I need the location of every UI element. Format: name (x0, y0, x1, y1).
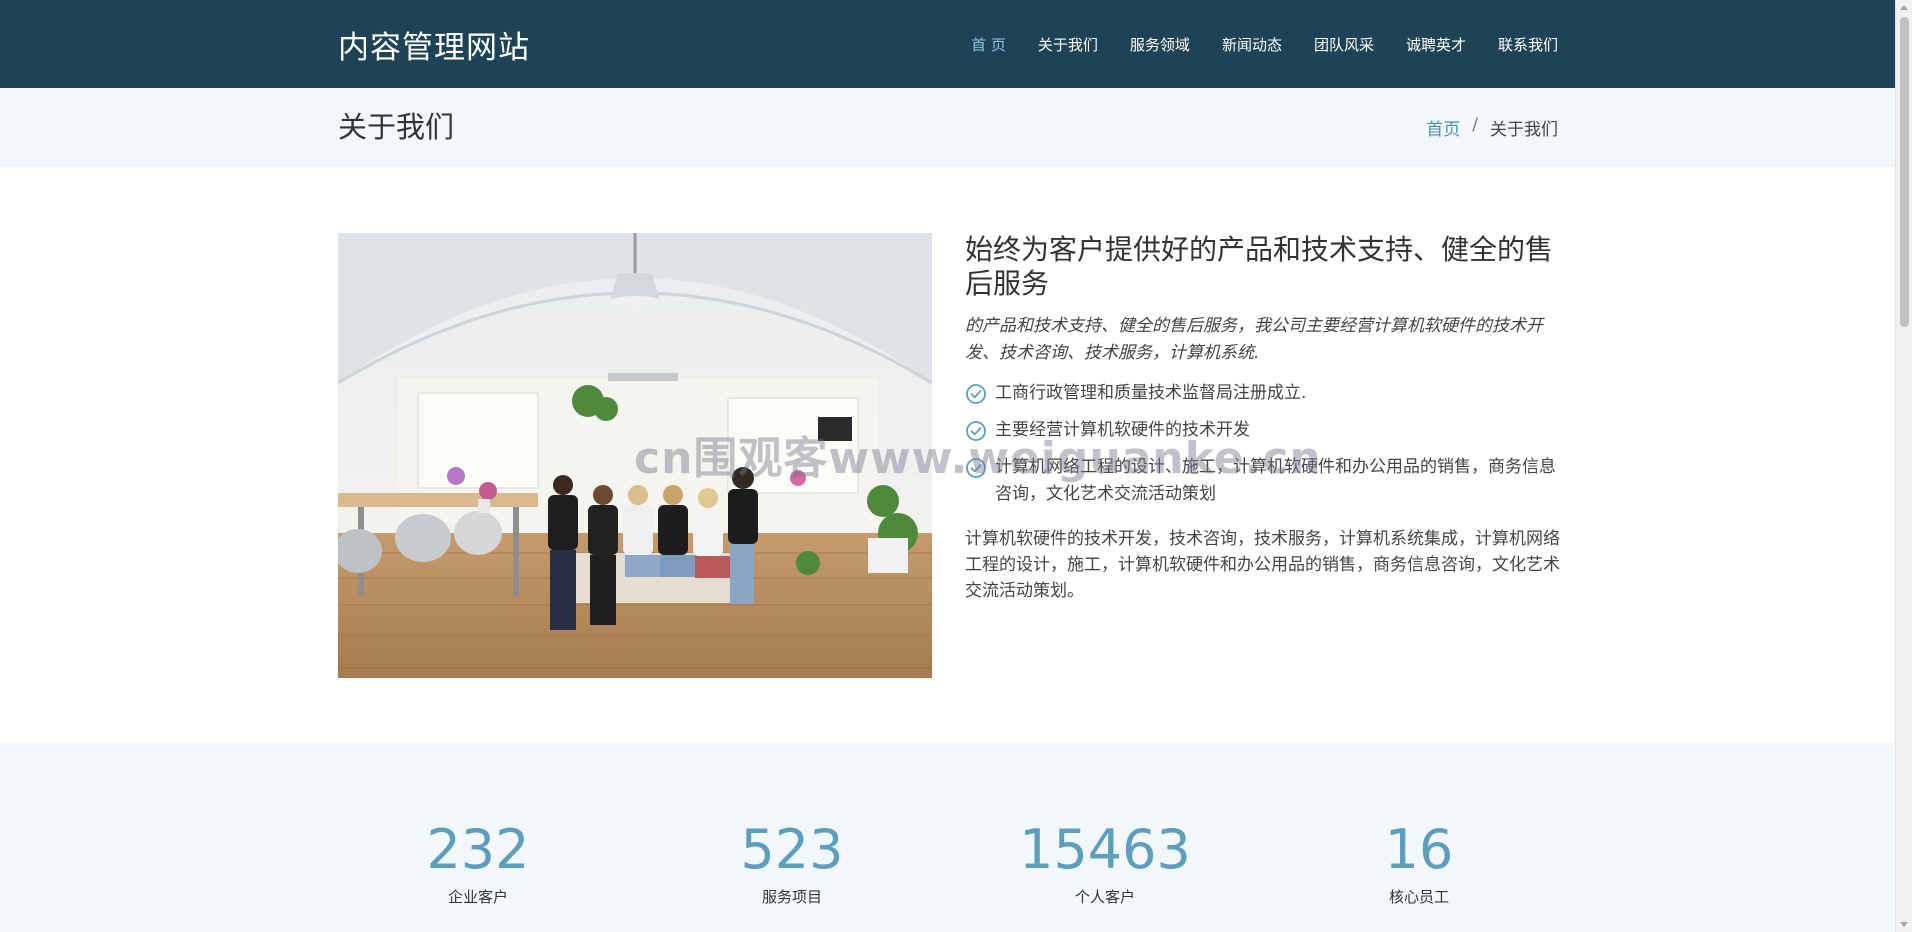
about-heading: 始终为客户提供好的产品和技术支持、健全的售后服务 (965, 233, 1554, 300)
page-title-bar: 关于我们 首页 / 关于我们 (0, 88, 1895, 167)
stat-number: 232 (426, 818, 530, 881)
scroll-up-arrow-icon[interactable] (1900, 5, 1908, 10)
page-title: 关于我们 (338, 110, 455, 144)
about-lead-text: 的产品和技术支持、健全的售后服务，我公司主要经营计算机软硬件的技术开发、技术咨询… (965, 316, 1543, 363)
nav-item-team[interactable]: 团队风采 (1314, 34, 1374, 55)
list-item: 工商行政管理和质量技术监督局注册成立. (965, 380, 1565, 407)
page-scrollbar[interactable] (1895, 0, 1912, 932)
breadcrumb: 首页 / 关于我们 (1426, 115, 1558, 140)
stat-number: 16 (1384, 818, 1454, 881)
nav-item-services[interactable]: 服务领域 (1130, 34, 1190, 55)
site-header: 内容管理网站 首 页 关于我们 服务领域 新闻动态 团队风采 诚聘英才 联系我们 (0, 0, 1895, 88)
nav-item-news[interactable]: 新闻动态 (1222, 34, 1282, 55)
stats-section: 232 企业客户 523 服务项目 15463 个人客户 16 核心员工 (0, 743, 1895, 932)
list-item-text: 工商行政管理和质量技术监督局注册成立. (995, 383, 1307, 403)
scroll-down-arrow-icon[interactable] (1900, 922, 1908, 927)
nav-item-about[interactable]: 关于我们 (1038, 34, 1098, 55)
site-logo[interactable]: 内容管理网站 (338, 22, 530, 67)
stat-core-staff: 16 核心员工 (1279, 820, 1559, 907)
breadcrumb-current: 关于我们 (1490, 120, 1558, 140)
stat-individual-clients: 15463 个人客户 (965, 820, 1245, 907)
stat-service-projects: 523 服务项目 (652, 820, 932, 907)
breadcrumb-separator: / (1472, 115, 1478, 135)
watermark-text: cn围观客www.weiguanke.cn (634, 433, 1322, 484)
stat-label: 核心员工 (1388, 888, 1449, 906)
stat-number: 523 (740, 818, 844, 881)
breadcrumb-home-link[interactable]: 首页 (1426, 115, 1460, 140)
about-paragraph: 计算机软硬件的技术开发，技术咨询，技术服务，计算机系统集成，计算机网络工程的设计… (965, 529, 1560, 601)
nav-item-contact[interactable]: 联系我们 (1498, 34, 1558, 55)
check-circle-icon (966, 384, 986, 404)
stat-enterprise-clients: 232 企业客户 (338, 820, 618, 907)
nav-item-home[interactable]: 首 页 (971, 34, 1006, 55)
stat-number: 15463 (1019, 818, 1191, 881)
about-content: 始终为客户提供好的产品和技术支持、健全的售后服务 的产品和技术支持、健全的售后服… (965, 233, 1565, 604)
stat-label: 服务项目 (761, 888, 822, 906)
nav-item-careers[interactable]: 诚聘英才 (1406, 34, 1466, 55)
main-nav: 首 页 关于我们 服务领域 新闻动态 团队风采 诚聘英才 联系我们 (939, 0, 1558, 88)
stat-label: 个人客户 (1074, 888, 1135, 906)
stat-label: 企业客户 (447, 888, 508, 906)
scrollbar-thumb[interactable] (1900, 17, 1909, 327)
